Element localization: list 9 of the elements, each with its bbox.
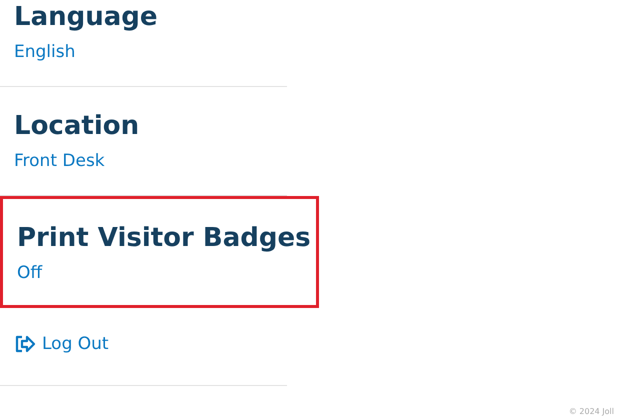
- setting-value[interactable]: Front Desk: [14, 149, 287, 173]
- setting-value[interactable]: Off: [17, 261, 316, 285]
- setting-value[interactable]: English: [14, 40, 287, 64]
- logout-icon: [14, 335, 36, 353]
- setting-title: Location: [14, 110, 140, 143]
- setting-title: Language: [14, 1, 159, 34]
- logout-link[interactable]: Log Out: [14, 334, 109, 354]
- setting-title: Print Visitor Badges: [17, 222, 312, 255]
- copyright-text: © 2024 Joll: [568, 407, 614, 416]
